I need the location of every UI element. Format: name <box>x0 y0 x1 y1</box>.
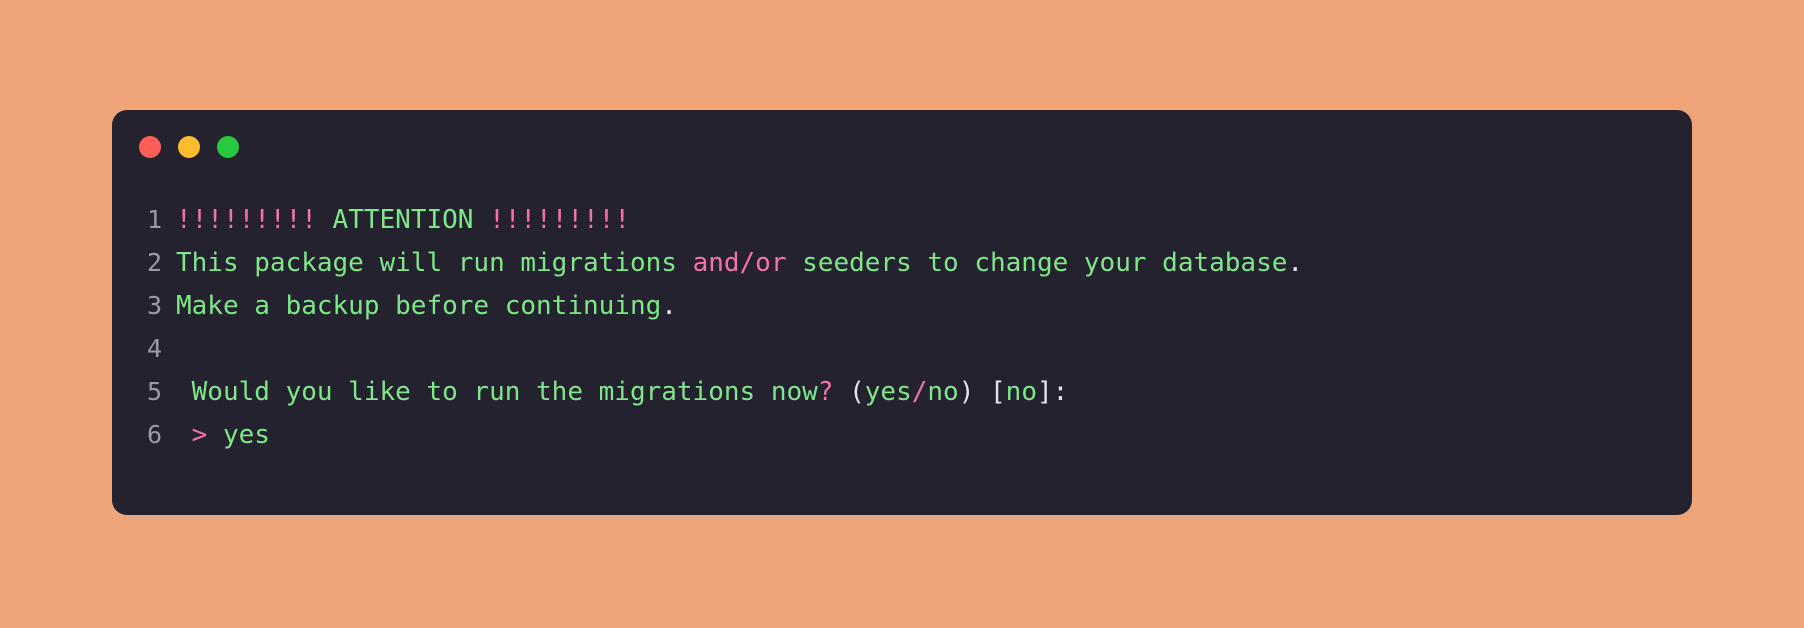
code-token: : <box>1052 377 1069 407</box>
line-number: 4 <box>146 334 162 363</box>
terminal-output: 1!!!!!!!!! ATTENTION !!!!!!!!! 2 This pack… <box>112 198 1692 456</box>
terminal-line: 3 Make a backup before continuing. <box>112 284 1668 327</box>
code-token: ) <box>958 377 975 407</box>
line-text: > yes <box>176 414 1668 457</box>
line-text: This package will run migrations and/or … <box>176 242 1668 285</box>
code-token: . <box>661 291 677 321</box>
code-token: !!!!!!!!! <box>176 205 317 235</box>
terminal-window: 1!!!!!!!!! ATTENTION !!!!!!!!! 2 This pack… <box>112 110 1692 515</box>
screen: 1!!!!!!!!! ATTENTION !!!!!!!!! 2 This pack… <box>0 0 1804 628</box>
code-token: ATTENTION <box>332 205 474 235</box>
terminal-line: 1!!!!!!!!! ATTENTION !!!!!!!!! <box>112 198 1668 241</box>
line-number: 3 <box>146 291 162 320</box>
terminal-line: 4 <box>112 327 1668 370</box>
code-token: seeders to change your database <box>786 248 1288 278</box>
terminal-line: 6 > yes <box>112 413 1668 456</box>
terminal-line: 2 This package will run migrations and/or… <box>112 241 1668 284</box>
line-text: !!!!!!!!! ATTENTION !!!!!!!!! <box>176 199 1668 242</box>
window-titlebar <box>139 136 239 158</box>
code-token: This package will run migrations <box>176 248 693 278</box>
code-token: / <box>911 377 928 407</box>
code-token: . <box>1287 248 1304 278</box>
line-text: Make a backup before continuing. <box>176 285 1668 328</box>
code-token: ] <box>1036 377 1053 407</box>
close-button-icon[interactable] <box>139 136 161 158</box>
code-token: no <box>927 377 959 407</box>
minimize-button-icon[interactable] <box>178 136 200 158</box>
code-token: yes <box>864 377 912 407</box>
line-number: 1 <box>146 205 162 234</box>
code-token: [ <box>990 377 1006 407</box>
code-token: and/or <box>692 248 787 278</box>
code-token: !!!!!!!!! <box>489 205 630 235</box>
code-token: ? <box>817 377 834 407</box>
code-token: no <box>1005 377 1037 407</box>
code-token: ( <box>849 377 865 407</box>
line-number: 6 <box>146 420 162 449</box>
line-text: Would you like to run the migrations now… <box>176 371 1668 414</box>
terminal-line: 5 Would you like to run the migrations n… <box>112 370 1668 413</box>
code-token: Would you like to run the migrations now <box>176 377 818 407</box>
code-token: > <box>191 420 208 450</box>
line-number: 5 <box>146 377 162 406</box>
maximize-button-icon[interactable] <box>217 136 239 158</box>
code-token: yes <box>222 420 270 450</box>
line-number: 2 <box>146 248 162 277</box>
code-token: Make a backup before continuing <box>176 291 662 321</box>
